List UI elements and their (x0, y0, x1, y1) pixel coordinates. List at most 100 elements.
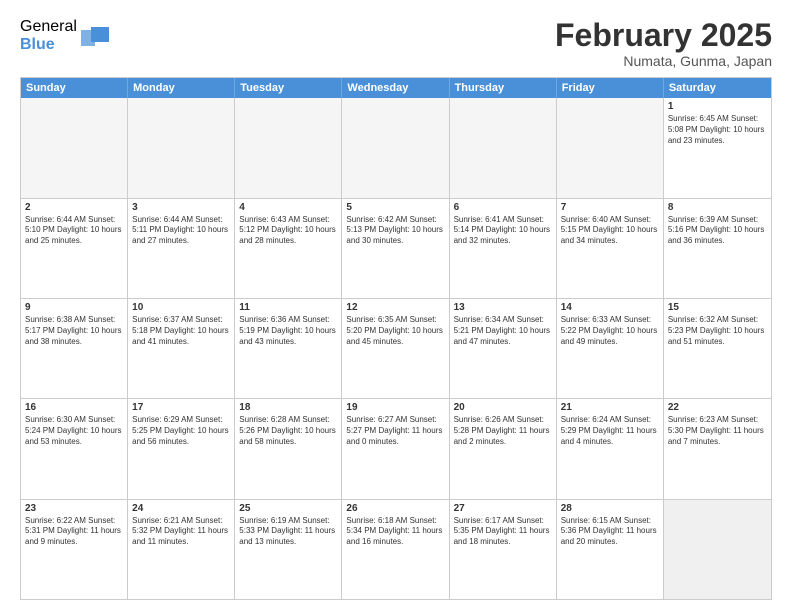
day-number: 18 (239, 402, 337, 413)
header-day-saturday: Saturday (664, 78, 771, 98)
calendar-cell: 7 Sunrise: 6:40 AM Sunset: 5:15 PM Daylig… (557, 199, 664, 298)
calendar-row-3: 16 Sunrise: 6:30 AM Sunset: 5:24 PM Dayli… (21, 398, 771, 498)
day-info: Sunrise: 6:21 AM Sunset: 5:32 PM Dayligh… (132, 516, 230, 548)
day-info: Sunrise: 6:22 AM Sunset: 5:31 PM Dayligh… (25, 516, 123, 548)
calendar-cell: 22Sunrise: 6:23 AM Sunset: 5:30 PM Dayli… (664, 399, 771, 498)
calendar-cell: 1 Sunrise: 6:45 AM Sunset: 5:08 PM Daylig… (664, 98, 771, 197)
day-info: Sunrise: 6:44 AM Sunset: 5:10 PM Dayligh… (25, 215, 123, 247)
day-number: 25 (239, 503, 337, 514)
calendar-cell: 16 Sunrise: 6:30 AM Sunset: 5:24 PM Dayli… (21, 399, 128, 498)
calendar-cell: 6 Sunrise: 6:41 AM Sunset: 5:14 PM Daylig… (450, 199, 557, 298)
calendar-cell: 15 Sunrise: 6:32 AM Sunset: 5:23 PM Dayli… (664, 299, 771, 398)
calendar-cell: 5Sunrise: 6:42 AM Sunset: 5:13 PM Daylig… (342, 199, 449, 298)
calendar-cell (342, 98, 449, 197)
day-info: Sunrise: 6:15 AM Sunset: 5:36 PM Dayligh… (561, 516, 659, 548)
day-info: Sunrise: 6:42 AM Sunset: 5:13 PM Dayligh… (346, 215, 444, 247)
month-title: February 2025 (555, 18, 772, 53)
calendar-cell: 8Sunrise: 6:39 AM Sunset: 5:16 PM Daylig… (664, 199, 771, 298)
day-info: Sunrise: 6:32 AM Sunset: 5:23 PM Dayligh… (668, 315, 767, 347)
day-number: 19 (346, 402, 444, 413)
calendar-cell: 27Sunrise: 6:17 AM Sunset: 5:35 PM Dayli… (450, 500, 557, 599)
day-number: 15 (668, 302, 767, 313)
day-number: 22 (668, 402, 767, 413)
calendar-cell: 13Sunrise: 6:34 AM Sunset: 5:21 PM Dayli… (450, 299, 557, 398)
day-info: Sunrise: 6:43 AM Sunset: 5:12 PM Dayligh… (239, 215, 337, 247)
calendar-cell (235, 98, 342, 197)
day-info: Sunrise: 6:38 AM Sunset: 5:17 PM Dayligh… (25, 315, 123, 347)
day-info: Sunrise: 6:33 AM Sunset: 5:22 PM Dayligh… (561, 315, 659, 347)
header-day-thursday: Thursday (450, 78, 557, 98)
day-number: 3 (132, 202, 230, 213)
calendar-cell: 23 Sunrise: 6:22 AM Sunset: 5:31 PM Dayli… (21, 500, 128, 599)
calendar-cell: 26 Sunrise: 6:18 AM Sunset: 5:34 PM Dayli… (342, 500, 449, 599)
calendar-row-0: 1 Sunrise: 6:45 AM Sunset: 5:08 PM Daylig… (21, 98, 771, 197)
title-block: February 2025 Numata, Gunma, Japan (555, 18, 772, 69)
calendar-cell: 20 Sunrise: 6:26 AM Sunset: 5:28 PM Dayli… (450, 399, 557, 498)
header-day-friday: Friday (557, 78, 664, 98)
day-number: 1 (668, 101, 767, 112)
header-day-monday: Monday (128, 78, 235, 98)
calendar-cell (450, 98, 557, 197)
calendar-cell: 9 Sunrise: 6:38 AM Sunset: 5:17 PM Daylig… (21, 299, 128, 398)
day-number: 9 (25, 302, 123, 313)
logo-general: General (20, 18, 77, 36)
day-number: 8 (668, 202, 767, 213)
day-info: Sunrise: 6:24 AM Sunset: 5:29 PM Dayligh… (561, 415, 659, 447)
day-info: Sunrise: 6:18 AM Sunset: 5:34 PM Dayligh… (346, 516, 444, 548)
logo-blue: Blue (20, 36, 77, 54)
calendar-cell: 17Sunrise: 6:29 AM Sunset: 5:25 PM Dayli… (128, 399, 235, 498)
location: Numata, Gunma, Japan (555, 53, 772, 69)
day-info: Sunrise: 6:45 AM Sunset: 5:08 PM Dayligh… (668, 114, 767, 146)
day-number: 11 (239, 302, 337, 313)
page: General Blue February 2025 Numata, Gunma… (0, 0, 792, 612)
day-info: Sunrise: 6:26 AM Sunset: 5:28 PM Dayligh… (454, 415, 552, 447)
day-number: 26 (346, 503, 444, 514)
calendar-cell: 4 Sunrise: 6:43 AM Sunset: 5:12 PM Daylig… (235, 199, 342, 298)
logo-icon (81, 22, 111, 50)
day-info: Sunrise: 6:27 AM Sunset: 5:27 PM Dayligh… (346, 415, 444, 447)
calendar-row-2: 9 Sunrise: 6:38 AM Sunset: 5:17 PM Daylig… (21, 298, 771, 398)
day-number: 7 (561, 202, 659, 213)
calendar-cell: 12 Sunrise: 6:35 AM Sunset: 5:20 PM Dayli… (342, 299, 449, 398)
calendar-row-1: 2 Sunrise: 6:44 AM Sunset: 5:10 PM Daylig… (21, 198, 771, 298)
header-day-wednesday: Wednesday (342, 78, 449, 98)
calendar-cell (128, 98, 235, 197)
day-number: 21 (561, 402, 659, 413)
day-number: 6 (454, 202, 552, 213)
day-info: Sunrise: 6:37 AM Sunset: 5:18 PM Dayligh… (132, 315, 230, 347)
calendar-cell (557, 98, 664, 197)
calendar-cell: 19 Sunrise: 6:27 AM Sunset: 5:27 PM Dayli… (342, 399, 449, 498)
calendar: SundayMondayTuesdayWednesdayThursdayFrid… (20, 77, 772, 600)
day-number: 12 (346, 302, 444, 313)
day-info: Sunrise: 6:28 AM Sunset: 5:26 PM Dayligh… (239, 415, 337, 447)
day-info: Sunrise: 6:17 AM Sunset: 5:35 PM Dayligh… (454, 516, 552, 548)
day-number: 17 (132, 402, 230, 413)
day-info: Sunrise: 6:40 AM Sunset: 5:15 PM Dayligh… (561, 215, 659, 247)
day-number: 2 (25, 202, 123, 213)
day-number: 4 (239, 202, 337, 213)
calendar-cell: 28 Sunrise: 6:15 AM Sunset: 5:36 PM Dayli… (557, 500, 664, 599)
calendar-cell: 11Sunrise: 6:36 AM Sunset: 5:19 PM Dayli… (235, 299, 342, 398)
logo: General Blue (20, 18, 111, 53)
day-info: Sunrise: 6:35 AM Sunset: 5:20 PM Dayligh… (346, 315, 444, 347)
calendar-body: 1 Sunrise: 6:45 AM Sunset: 5:08 PM Daylig… (21, 98, 771, 599)
day-number: 28 (561, 503, 659, 514)
day-number: 13 (454, 302, 552, 313)
logo-text: General Blue (20, 18, 77, 53)
calendar-cell: 10 Sunrise: 6:37 AM Sunset: 5:18 PM Dayli… (128, 299, 235, 398)
calendar-cell (21, 98, 128, 197)
day-number: 10 (132, 302, 230, 313)
calendar-cell: 3 Sunrise: 6:44 AM Sunset: 5:11 PM Daylig… (128, 199, 235, 298)
calendar-cell: 2 Sunrise: 6:44 AM Sunset: 5:10 PM Daylig… (21, 199, 128, 298)
day-number: 23 (25, 503, 123, 514)
day-info: Sunrise: 6:41 AM Sunset: 5:14 PM Dayligh… (454, 215, 552, 247)
day-number: 24 (132, 503, 230, 514)
day-info: Sunrise: 6:19 AM Sunset: 5:33 PM Dayligh… (239, 516, 337, 548)
calendar-cell: 24 Sunrise: 6:21 AM Sunset: 5:32 PM Dayli… (128, 500, 235, 599)
day-number: 16 (25, 402, 123, 413)
day-info: Sunrise: 6:44 AM Sunset: 5:11 PM Dayligh… (132, 215, 230, 247)
day-info: Sunrise: 6:30 AM Sunset: 5:24 PM Dayligh… (25, 415, 123, 447)
calendar-cell: 21 Sunrise: 6:24 AM Sunset: 5:29 PM Dayli… (557, 399, 664, 498)
day-number: 20 (454, 402, 552, 413)
header-day-sunday: Sunday (21, 78, 128, 98)
